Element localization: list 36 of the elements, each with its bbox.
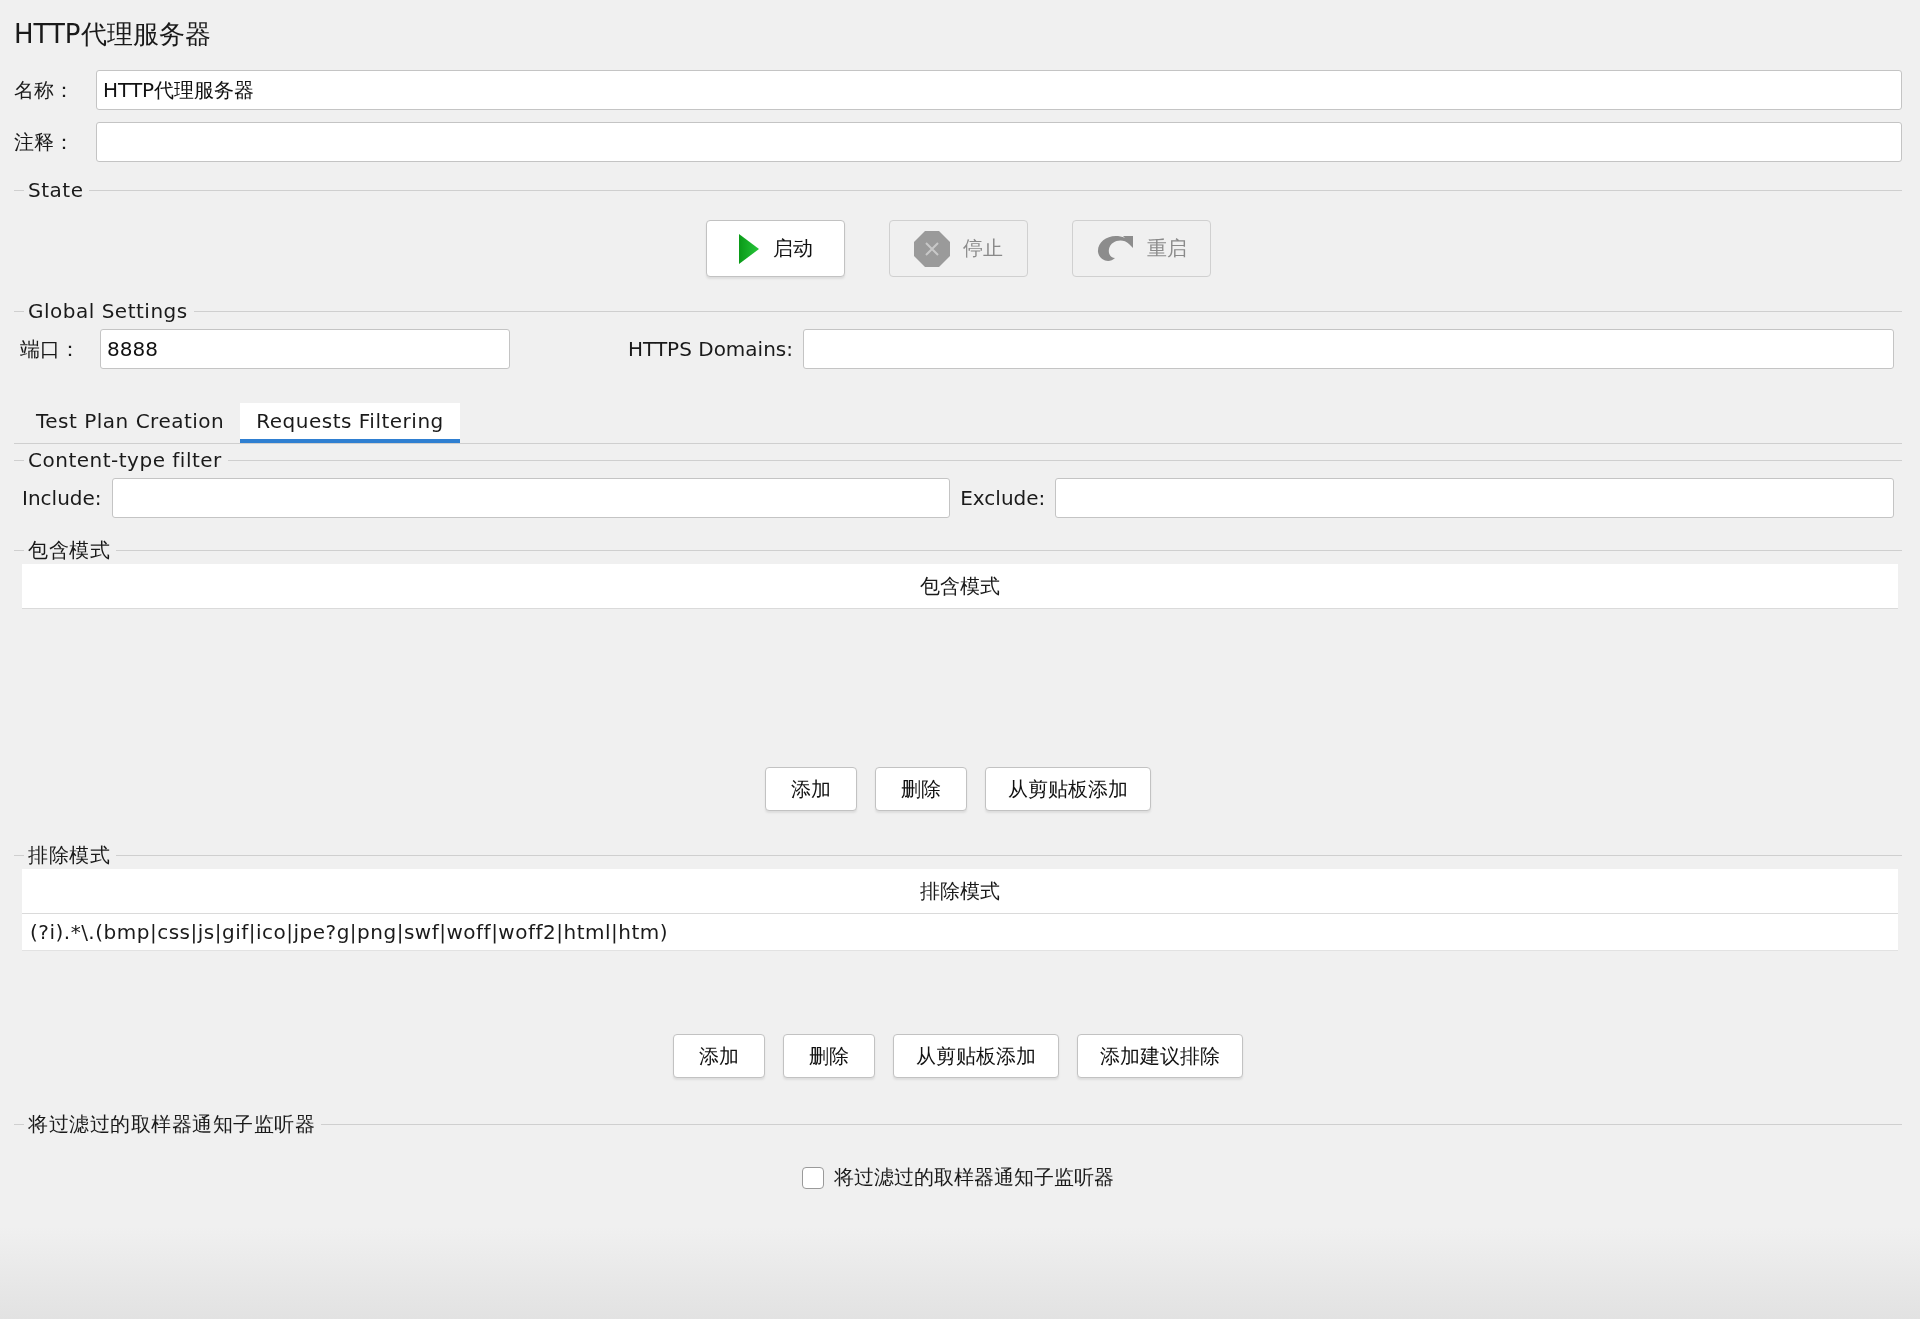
field-label: HTTPS Domains: xyxy=(628,337,793,361)
include-field[interactable] xyxy=(111,478,951,518)
section-title: 将过滤过的取样器通知子监听器 xyxy=(28,1110,315,1138)
play-icon xyxy=(737,231,761,266)
proxy-button[interactable]: 启动 xyxy=(705,220,845,277)
field-label: 名称： xyxy=(14,76,75,104)
text-field[interactable]: HTTP代理服务器 xyxy=(96,70,1902,110)
section-title: Global Settings xyxy=(28,299,188,323)
column-header: 排除模式 xyxy=(22,869,1898,914)
page-title: HTTP代理服务器 xyxy=(14,18,212,51)
pattern-button[interactable]: 添加 xyxy=(673,1034,765,1078)
port-field[interactable]: 8888 xyxy=(100,329,510,369)
pattern-button[interactable]: 删除 xyxy=(875,767,967,811)
exclude-field[interactable] xyxy=(1055,478,1894,518)
pattern-row[interactable]: (?i).*\.(bmp|css|js|gif|ico|jpe?g|png|swf|woff|woff2|html|htm) xyxy=(22,914,1898,951)
checkbox[interactable] xyxy=(802,1166,824,1189)
domains-field[interactable] xyxy=(803,329,1894,369)
pattern-button[interactable]: 添加 xyxy=(765,767,857,811)
field-label: 注释： xyxy=(14,128,75,156)
section-title: 排除模式 xyxy=(28,841,110,869)
checkbox-label: 将过滤过的取样器通知子监听器 xyxy=(834,1164,1114,1191)
stop-icon xyxy=(913,229,951,268)
section-title: 包含模式 xyxy=(28,536,110,564)
column-header: 包含模式 xyxy=(22,564,1898,609)
pattern-button[interactable]: 从剪贴板添加 xyxy=(985,767,1151,811)
pattern-button[interactable]: 从剪贴板添加 xyxy=(893,1034,1059,1078)
field-label: Include: xyxy=(21,486,102,510)
tab[interactable]: Test Plan Creation xyxy=(20,403,241,443)
section-title: State xyxy=(28,178,84,202)
tab[interactable]: Requests Filtering xyxy=(240,403,460,443)
pattern-button[interactable]: 添加建议排除 xyxy=(1077,1034,1243,1078)
pattern-button[interactable]: 删除 xyxy=(783,1034,875,1078)
section-title: Content-type filter xyxy=(28,448,222,472)
field-label: Exclude: xyxy=(960,486,1046,510)
field-label: 端口： xyxy=(19,335,81,363)
text-field[interactable] xyxy=(96,122,1902,162)
